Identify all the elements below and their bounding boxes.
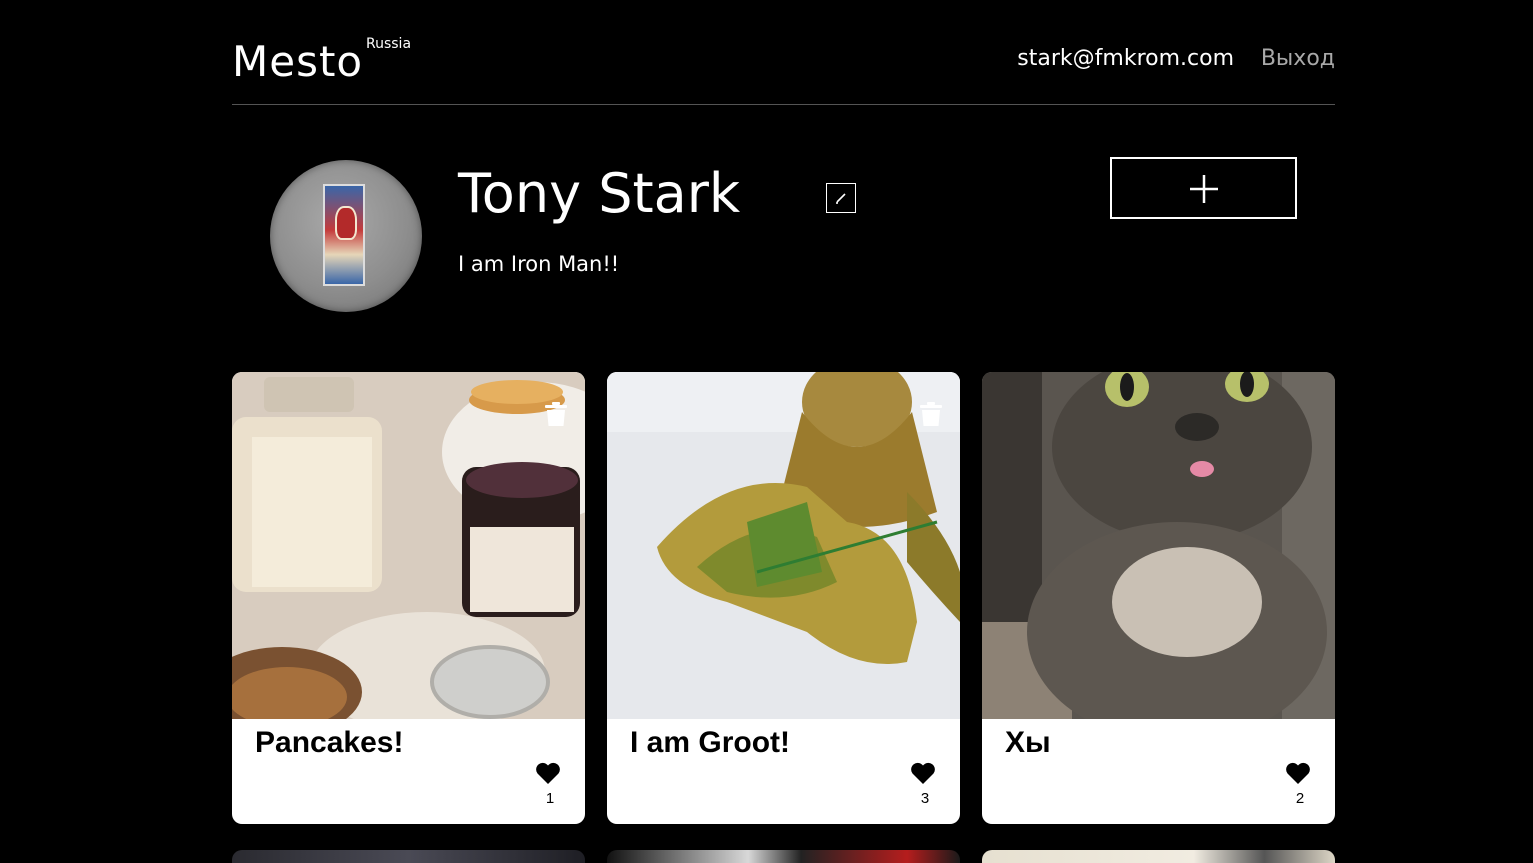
card: Pancakes! 1 [232, 372, 585, 824]
edit-profile-button[interactable] [826, 183, 856, 213]
profile-name: Tony Stark [458, 162, 741, 225]
page: Mesto Russia stark@fmkrom.com Выход Tony… [0, 0, 1533, 863]
logo: Mesto Russia [232, 36, 411, 86]
heart-icon[interactable] [535, 762, 561, 789]
header: Mesto Russia stark@fmkrom.com Выход [232, 0, 1335, 105]
card-image[interactable] [607, 372, 960, 719]
card-title: Pancakes! [255, 726, 404, 759]
card: I am Groot! 3 [607, 372, 960, 824]
like-count: 1 [545, 790, 555, 807]
plus-icon [1190, 175, 1218, 203]
card-title: I am Groot! [630, 726, 791, 759]
card-partial[interactable] [982, 850, 1335, 863]
card-partial[interactable] [607, 850, 960, 863]
logout-link[interactable]: Выход [1261, 46, 1335, 71]
card: Хы 2 [982, 372, 1335, 824]
profile-about: I am Iron Man!! [458, 252, 620, 276]
card-partial[interactable] [232, 850, 585, 863]
like-count: 2 [1295, 790, 1305, 807]
user-email: stark@fmkrom.com [1017, 46, 1234, 71]
avatar-image [323, 184, 365, 286]
card-image[interactable] [982, 372, 1335, 719]
card-title: Хы [1005, 726, 1051, 759]
avatar[interactable] [270, 160, 422, 312]
like-count: 3 [920, 790, 930, 807]
pencil-icon [836, 193, 846, 204]
heart-icon[interactable] [1285, 762, 1311, 789]
logo-superscript: Russia [366, 36, 412, 52]
add-card-button[interactable] [1110, 157, 1297, 219]
trash-icon[interactable] [920, 402, 942, 431]
heart-icon[interactable] [910, 762, 936, 789]
trash-icon[interactable] [545, 402, 567, 431]
card-image[interactable] [232, 372, 585, 719]
logo-text: Mesto [232, 37, 364, 86]
